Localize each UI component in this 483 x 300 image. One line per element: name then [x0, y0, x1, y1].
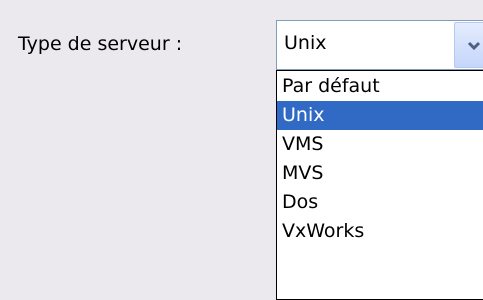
option-vxworks[interactable]: VxWorks: [277, 217, 483, 246]
dropdown-button[interactable]: [454, 22, 483, 68]
option-vms[interactable]: VMS: [277, 130, 483, 159]
option-par-defaut[interactable]: Par défaut: [277, 72, 483, 101]
server-type-dropdown-list[interactable]: Par défaut Unix VMS MVS Dos VxWorks: [276, 70, 483, 300]
option-mvs[interactable]: MVS: [277, 159, 483, 188]
server-type-label: Type de serveur :: [18, 33, 183, 55]
chevron-down-icon: [467, 41, 481, 51]
option-dos[interactable]: Dos: [277, 188, 483, 217]
option-unix[interactable]: Unix: [277, 101, 483, 130]
server-type-combobox[interactable]: Unix: [276, 20, 483, 70]
combobox-value: Unix: [284, 32, 327, 54]
